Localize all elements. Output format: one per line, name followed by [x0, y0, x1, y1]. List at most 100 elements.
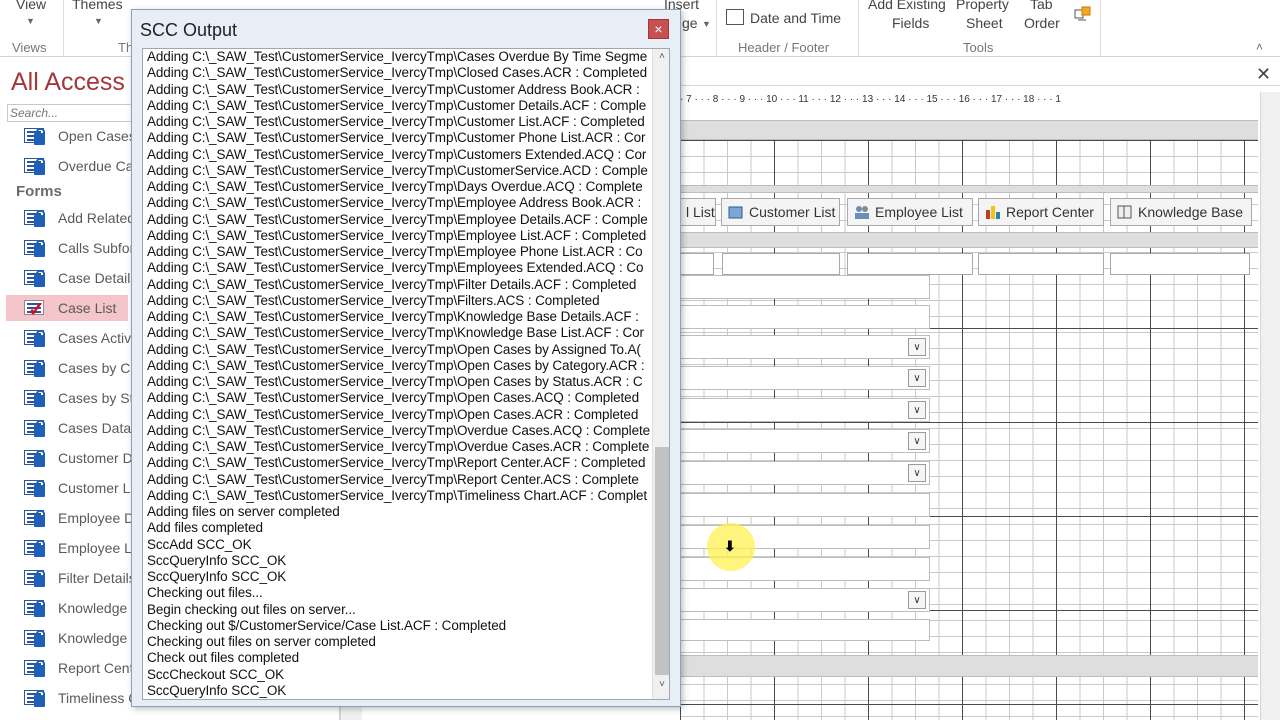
close-icon[interactable]: × [648, 19, 669, 39]
nav-search-input[interactable]: Search... [7, 104, 137, 122]
nav-item-label: Cases Active [58, 330, 139, 346]
log-scrollbar[interactable]: ˄ ˅ [652, 49, 669, 699]
design-vertical-scrollbar[interactable] [1260, 92, 1280, 720]
form-icon [22, 267, 50, 289]
add-existing-fields-label[interactable]: Fields [892, 15, 929, 31]
log-line: SccCheckout SCC_OK [147, 666, 285, 682]
collapse-ribbon-icon[interactable]: ˄ [1256, 40, 1263, 54]
combo-box-control[interactable]: ∨ [680, 588, 930, 612]
customer-list-nav-button[interactable]: Customer List [721, 198, 840, 226]
log-line: Adding C:\_SAW_Test\CustomerService_Iver… [147, 292, 600, 308]
form-icon [22, 507, 50, 529]
case-list-nav-button[interactable]: l List [680, 198, 716, 226]
convert-macros-icon[interactable] [1074, 6, 1092, 24]
tab-order-label[interactable]: Order [1024, 15, 1060, 31]
property-sheet-button[interactable]: Property [956, 0, 1009, 12]
log-line: Adding C:\_SAW_Test\CustomerService_Iver… [147, 195, 642, 211]
insert-image-dropdown-icon[interactable]: ▼ [702, 19, 711, 29]
form-icon [22, 207, 50, 229]
form-icon [22, 387, 50, 409]
log-line: Adding C:\_SAW_Test\CustomerService_Iver… [147, 130, 646, 146]
column-header-label[interactable] [978, 253, 1104, 275]
text-box-control[interactable] [680, 493, 930, 517]
customer-icon [727, 204, 745, 220]
nav-pane-title[interactable]: All Access [11, 68, 125, 97]
log-lines: Adding C:\_SAW_Test\CustomerService_Iver… [147, 49, 651, 699]
book-icon [1116, 204, 1134, 220]
employee-list-nav-button[interactable]: Employee List [847, 198, 973, 226]
text-box-control[interactable] [680, 275, 930, 299]
log-line: Adding C:\_SAW_Test\CustomerService_Iver… [147, 309, 639, 324]
nav-item-case-list[interactable]: ✓ Case List [6, 295, 128, 321]
chevron-down-icon[interactable]: ∨ [908, 464, 926, 482]
log-line: Adding C:\_SAW_Test\CustomerService_Iver… [147, 374, 643, 389]
scc-output-log[interactable]: Adding C:\_SAW_Test\CustomerService_Iver… [142, 48, 670, 700]
nav-item-label: Timeliness C [58, 690, 139, 706]
log-line: Adding C:\_SAW_Test\CustomerService_Iver… [147, 357, 645, 373]
nav-item-label: Customer Li [58, 480, 134, 496]
log-line: Adding C:\_SAW_Test\CustomerService_Iver… [147, 422, 651, 438]
column-header-label[interactable] [722, 253, 840, 275]
combo-box-control[interactable]: ∨ [680, 366, 930, 390]
log-line: Checking out files... [147, 585, 263, 601]
report-center-icon [984, 204, 1002, 220]
form-icon [22, 357, 50, 379]
header-footer-group-label: Header / Footer [738, 40, 830, 55]
scroll-down-icon[interactable]: ˅ [653, 679, 669, 695]
close-document-icon[interactable]: ✕ [1256, 64, 1271, 85]
nav-item-label: Calls Subfor [58, 240, 135, 256]
form-icon [22, 477, 50, 499]
report-center-nav-button[interactable]: Report Center [978, 198, 1104, 226]
add-existing-fields-button[interactable]: Add Existing [868, 0, 946, 12]
ribbon-separator [63, 0, 64, 56]
scroll-thumb[interactable] [655, 447, 669, 675]
column-header-label[interactable] [680, 253, 714, 275]
log-line: Adding C:\_SAW_Test\CustomerService_Iver… [147, 390, 639, 406]
form-icon [22, 417, 50, 439]
form-footer-band[interactable] [680, 655, 1258, 677]
property-sheet-label[interactable]: Sheet [966, 15, 1003, 31]
scroll-up-icon[interactable]: ˄ [653, 51, 669, 67]
ribbon-separator [858, 0, 859, 56]
log-line: Adding C:\_SAW_Test\CustomerService_Iver… [147, 211, 648, 227]
nav-item-label: Employee Li [58, 540, 136, 556]
chevron-down-icon[interactable]: ∨ [908, 401, 926, 419]
text-box-control[interactable] [680, 619, 930, 641]
themes-button[interactable]: Themes [72, 0, 123, 12]
form-icon [22, 537, 50, 559]
mouse-cursor-icon: ⬇ [724, 538, 736, 554]
log-line: Adding C:\_SAW_Test\CustomerService_Iver… [147, 81, 640, 97]
view-dropdown-icon[interactable]: ▼ [26, 16, 35, 26]
detail-band[interactable] [680, 232, 1258, 248]
chevron-down-icon[interactable]: ∨ [908, 369, 926, 387]
nav-item-label: Customer D [58, 450, 133, 466]
combo-box-control[interactable]: ∨ [680, 398, 930, 422]
view-button[interactable]: View [16, 0, 46, 12]
combo-box-control[interactable]: ∨ [680, 429, 930, 453]
log-line: Adding C:\_SAW_Test\CustomerService_Iver… [147, 114, 645, 129]
form-icon [22, 447, 50, 469]
tab-order-button[interactable]: Tab [1030, 0, 1053, 12]
chevron-down-icon[interactable]: ∨ [908, 338, 926, 356]
text-box-control[interactable] [680, 305, 930, 329]
column-header-label[interactable] [847, 253, 973, 275]
chevron-down-icon[interactable]: ∨ [908, 591, 926, 609]
knowledge-base-nav-button[interactable]: Knowledge Base [1110, 198, 1252, 226]
log-line: Adding C:\_SAW_Test\CustomerService_Iver… [147, 439, 650, 454]
log-line: SccAdd SCC_OK [147, 536, 252, 552]
form-header-band[interactable] [680, 120, 1258, 140]
nav-item-label: Filter Details [58, 570, 136, 586]
forms-heading[interactable]: Forms [16, 183, 62, 200]
ribbon-separator [716, 0, 717, 56]
date-and-time-button[interactable]: Date and Time [750, 10, 841, 26]
horizontal-ruler: · 7 · · · 8 · · · 9 · · · 10 · · · 11 · … [680, 94, 1061, 105]
insert-image-label[interactable]: ge [682, 15, 698, 31]
combo-box-control[interactable]: ∨ [680, 335, 930, 359]
themes-dropdown-icon[interactable]: ▼ [94, 16, 103, 26]
report-icon [22, 155, 50, 177]
column-header-label[interactable] [1110, 253, 1250, 275]
combo-box-control[interactable]: ∨ [680, 461, 930, 485]
nav-item-label: Open Cases [58, 128, 136, 144]
nav-item-label: Cases by Sta [58, 390, 142, 406]
chevron-down-icon[interactable]: ∨ [908, 432, 926, 450]
